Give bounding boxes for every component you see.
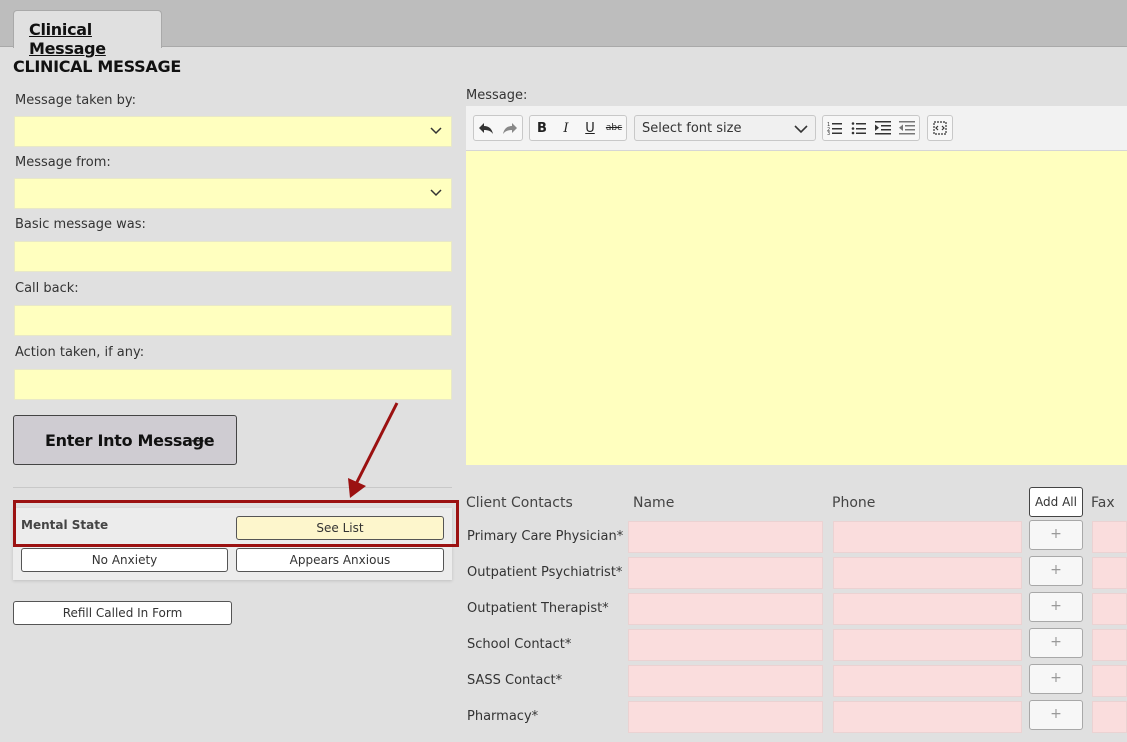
tab-clinical-message[interactable]: Clinical Message [13, 10, 162, 58]
chevron-down-icon [430, 189, 442, 197]
chevron-down-icon [430, 127, 442, 135]
contact-fax-input[interactable] [1092, 557, 1127, 589]
highlight-box [13, 500, 459, 547]
add-contact-button[interactable]: + [1029, 628, 1083, 658]
indent-icon[interactable] [871, 116, 895, 140]
message-from-label: Message from: [15, 155, 111, 170]
editor-toolbar: B I U abc Select font size 123 [466, 106, 1127, 151]
contact-phone-input[interactable] [833, 629, 1022, 661]
contact-row-label: SASS Contact* [467, 673, 563, 688]
tab-label: Clinical Message [29, 20, 106, 58]
add-contact-button[interactable]: + [1029, 556, 1083, 586]
client-contacts-header: Client Contacts [466, 495, 573, 511]
contact-phone-input[interactable] [833, 665, 1022, 697]
action-taken-label: Action taken, if any: [15, 345, 145, 360]
add-contact-button[interactable]: + [1029, 664, 1083, 694]
font-size-select[interactable]: Select font size [634, 115, 816, 141]
list-group: 123 [822, 115, 920, 141]
underline-icon[interactable]: U [578, 116, 602, 140]
redo-icon[interactable] [498, 116, 522, 140]
call-back-input[interactable] [14, 305, 452, 336]
contact-fax-input[interactable] [1092, 593, 1127, 625]
unordered-list-icon[interactable] [847, 116, 871, 140]
no-anxiety-button[interactable]: No Anxiety [21, 548, 228, 572]
contact-fax-input[interactable] [1092, 665, 1127, 697]
phone-column-header: Phone [832, 495, 876, 511]
contact-phone-input[interactable] [833, 701, 1022, 733]
message-editor: B I U abc Select font size 123 [466, 106, 1127, 465]
svg-text:3: 3 [827, 131, 830, 135]
annotation-arrow-icon [348, 402, 399, 498]
format-group: B I U abc [529, 115, 627, 141]
enter-button-label: Enter Into Message [45, 431, 215, 450]
italic-icon[interactable]: I [554, 116, 578, 140]
message-taken-by-label: Message taken by: [15, 93, 136, 108]
contact-name-input[interactable] [628, 629, 823, 661]
contact-fax-input[interactable] [1092, 701, 1127, 733]
undo-icon[interactable] [474, 116, 498, 140]
strikethrough-icon[interactable]: abc [602, 116, 626, 140]
outdent-icon[interactable] [895, 116, 919, 140]
add-contact-button[interactable]: + [1029, 592, 1083, 622]
basic-message-input[interactable] [14, 241, 452, 272]
appears-anxious-button[interactable]: Appears Anxious [236, 548, 444, 572]
message-editor-area[interactable] [466, 151, 1127, 465]
contact-name-input[interactable] [628, 701, 823, 733]
basic-message-label: Basic message was: [15, 217, 146, 232]
undo-redo-group [473, 115, 523, 141]
source-group [927, 115, 953, 141]
tab-bar: Clinical Message [0, 0, 1127, 58]
contact-name-input[interactable] [628, 593, 823, 625]
contact-row-label: Pharmacy* [467, 709, 539, 724]
enter-into-message-button[interactable]: Enter Into Message → [13, 415, 237, 465]
refill-called-in-form-button[interactable]: Refill Called In Form [13, 601, 232, 625]
message-label: Message: [466, 88, 528, 103]
source-icon[interactable] [928, 116, 952, 140]
contact-name-input[interactable] [628, 665, 823, 697]
contact-name-input[interactable] [628, 557, 823, 589]
contact-phone-input[interactable] [833, 521, 1022, 553]
name-column-header: Name [633, 495, 675, 511]
page-title: CLINICAL MESSAGE [13, 57, 181, 76]
contact-row-label: Outpatient Therapist* [467, 601, 609, 616]
call-back-label: Call back: [15, 281, 79, 296]
add-all-button[interactable]: Add All [1029, 487, 1083, 517]
add-contact-button[interactable]: + [1029, 520, 1083, 550]
contact-row-label: School Contact* [467, 637, 572, 652]
chevron-down-icon [794, 125, 808, 134]
message-taken-by-select[interactable] [14, 116, 452, 147]
arrow-right-icon: → [191, 431, 205, 450]
contact-name-input[interactable] [628, 521, 823, 553]
bold-icon[interactable]: B [530, 116, 554, 140]
contact-phone-input[interactable] [833, 593, 1022, 625]
contact-fax-input[interactable] [1092, 521, 1127, 553]
fax-column-header: Fax [1091, 495, 1115, 511]
contact-row-label: Outpatient Psychiatrist* [467, 565, 623, 580]
contact-row-label: Primary Care Physician* [467, 529, 624, 544]
ordered-list-icon[interactable]: 123 [823, 116, 847, 140]
message-from-select[interactable] [14, 178, 452, 209]
contact-fax-input[interactable] [1092, 629, 1127, 661]
contact-phone-input[interactable] [833, 557, 1022, 589]
add-contact-button[interactable]: + [1029, 700, 1083, 730]
action-taken-input[interactable] [14, 369, 452, 400]
font-size-placeholder: Select font size [642, 121, 742, 136]
